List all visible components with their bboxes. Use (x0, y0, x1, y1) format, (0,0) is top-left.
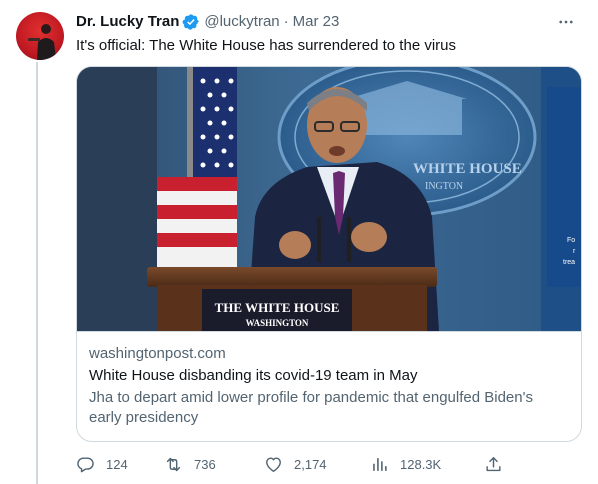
like-count: 2,174 (294, 456, 327, 472)
thread-line (36, 62, 38, 484)
retweet-button[interactable]: 736 (164, 455, 264, 474)
more-icon[interactable] (554, 10, 578, 34)
verified-badge-icon (182, 13, 200, 31)
like-button[interactable]: 2,174 (264, 455, 370, 474)
views-icon (373, 457, 387, 471)
tweet-header: Dr. Lucky Tran @luckytran · Mar 23 (76, 12, 582, 32)
link-card[interactable]: Fo r trea WHITE HOUSE INGTON THE WHITE H… (76, 66, 582, 442)
tweet-text: It's official: The White House has surre… (76, 37, 456, 54)
card-description: Jha to depart amid lower profile for pan… (89, 389, 533, 426)
separator-dot: · (283, 13, 289, 30)
reply-button[interactable]: 124 (76, 455, 164, 474)
tweet-content: Dr. Lucky Tran @luckytran · Mar 23 It's … (76, 10, 582, 472)
retweet-count: 736 (194, 456, 216, 472)
backdrop-text: WHITE HOUSE (413, 161, 522, 177)
card-domain: washingtonpost.com (89, 345, 226, 362)
reply-icon (77, 456, 94, 472)
share-button[interactable] (484, 455, 503, 474)
views-button[interactable]: 128.3K (370, 455, 484, 474)
card-body: washingtonpost.com White House disbandin… (77, 332, 581, 440)
card-image: Fo r trea WHITE HOUSE INGTON THE WHITE H… (77, 67, 581, 332)
display-name[interactable]: Dr. Lucky Tran (76, 12, 179, 32)
handle[interactable]: @luckytran (204, 12, 279, 32)
tweet-date[interactable]: Mar 23 (293, 12, 340, 32)
views-count: 128.3K (400, 456, 442, 472)
tweet[interactable]: Dr. Lucky Tran @luckytran · Mar 23 It's … (0, 0, 598, 484)
backdrop-subtext: INGTON (425, 181, 463, 192)
avatar[interactable] (16, 12, 64, 60)
card-title: White House disbanding its covid-19 team… (89, 367, 418, 384)
share-icon (486, 456, 501, 471)
svg-text:Fo: Fo (567, 237, 575, 244)
action-bar: 124 736 2,174 128.3K (76, 452, 506, 476)
svg-text:trea: trea (563, 259, 575, 266)
podium-sign-title: THE WHITE HOUSE (215, 300, 340, 315)
retweet-icon (166, 457, 181, 471)
podium-sign-subtitle: WASHINGTON (246, 318, 309, 328)
heart-icon (266, 456, 281, 472)
reply-count: 124 (106, 456, 128, 472)
